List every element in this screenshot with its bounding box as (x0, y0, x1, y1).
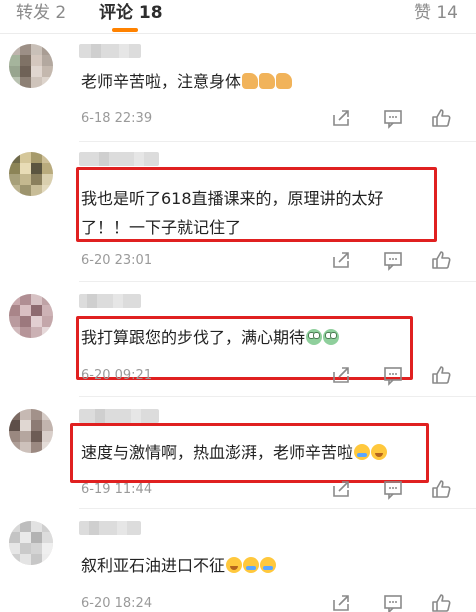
frog-icon (306, 329, 323, 345)
username[interactable] (79, 409, 159, 423)
comment-text-body: 叙利亚石油进口不征 (81, 556, 226, 575)
comment-text-line: 了！！一下子就记住了 (81, 218, 242, 237)
crying-face-icon (354, 444, 371, 460)
thumbs-up-icon (276, 73, 293, 89)
tab-forward[interactable]: 转发 2 (16, 2, 66, 24)
comment-tabs: 转发 2 评论 18 赞 14 (0, 0, 476, 34)
thumbs-up-icon[interactable] (430, 249, 452, 271)
comment-item: 叙利亚石油进口不征 6-20 18:24 (0, 509, 476, 612)
comment-icon[interactable] (382, 364, 404, 386)
crying-face-icon (260, 557, 277, 573)
comment-time: 6-18 22:39 (81, 111, 153, 126)
avatar[interactable] (9, 152, 53, 196)
crying-face-icon (243, 557, 260, 573)
comment-item: 我打算跟您的步伐了，满心期待 6-20 09:21 (0, 282, 476, 397)
username[interactable] (79, 44, 141, 58)
tab-comments[interactable]: 评论 18 (99, 2, 163, 24)
comment-actions (330, 364, 460, 386)
comment-text: 老师辛苦啦，注意身体 (81, 69, 293, 95)
comment-time: 6-19 11:44 (81, 482, 153, 497)
comment-time: 6-20 09:21 (81, 368, 153, 383)
comment-icon[interactable] (382, 592, 404, 612)
comment-text-body: 我打算跟您的步伐了，满心期待 (81, 328, 306, 347)
comment-time: 6-20 23:01 (81, 253, 153, 268)
comment-item: 速度与激情啊，热血澎湃，老师辛苦啦 6-19 11:44 (0, 397, 476, 509)
avatar[interactable] (9, 521, 53, 565)
share-icon[interactable] (330, 592, 352, 612)
laughing-crying-face-icon (371, 444, 388, 460)
comment-actions (330, 478, 460, 500)
comment-time: 6-20 18:24 (81, 596, 153, 611)
share-icon[interactable] (330, 249, 352, 271)
comment-actions (330, 107, 460, 129)
comment-text: 我也是听了618直播课来的，原理讲的太好 了！！一下子就记住了 (81, 184, 384, 242)
avatar[interactable] (9, 294, 53, 338)
comment-text-body: 速度与激情啊，热血澎湃，老师辛苦啦 (81, 443, 354, 462)
thumbs-up-icon[interactable] (430, 592, 452, 612)
thumbs-up-icon[interactable] (430, 107, 452, 129)
comment-actions (330, 249, 460, 271)
comment-item: 我也是听了618直播课来的，原理讲的太好 了！！一下子就记住了 6-20 23:… (0, 142, 476, 282)
username[interactable] (79, 521, 141, 535)
share-icon[interactable] (330, 478, 352, 500)
comment-text: 速度与激情啊，热血澎湃，老师辛苦啦 (81, 440, 388, 466)
comment-text: 我打算跟您的步伐了，满心期待 (81, 325, 340, 351)
comment-actions (330, 592, 460, 612)
avatar[interactable] (9, 409, 53, 453)
laughing-crying-face-icon (226, 557, 243, 573)
tab-likes[interactable]: 赞 14 (414, 2, 458, 24)
comment-item: 老师辛苦啦，注意身体 6-18 22:39 (0, 34, 476, 142)
thumbs-up-icon[interactable] (430, 478, 452, 500)
comment-icon[interactable] (382, 107, 404, 129)
comment-text-body: 老师辛苦啦，注意身体 (81, 72, 242, 91)
comment-text: 叙利亚石油进口不征 (81, 553, 277, 579)
avatar[interactable] (9, 44, 53, 88)
thumbs-up-icon[interactable] (430, 364, 452, 386)
active-tab-indicator (112, 28, 138, 32)
thumbs-up-icon (259, 73, 276, 89)
thumbs-up-icon (242, 73, 259, 89)
comment-icon[interactable] (382, 249, 404, 271)
username[interactable] (79, 152, 159, 166)
username[interactable] (79, 294, 141, 308)
comment-text-line: 我也是听了618直播课来的，原理讲的太好 (81, 189, 384, 208)
share-icon[interactable] (330, 107, 352, 129)
frog-icon (323, 329, 340, 345)
share-icon[interactable] (330, 364, 352, 386)
comment-icon[interactable] (382, 478, 404, 500)
